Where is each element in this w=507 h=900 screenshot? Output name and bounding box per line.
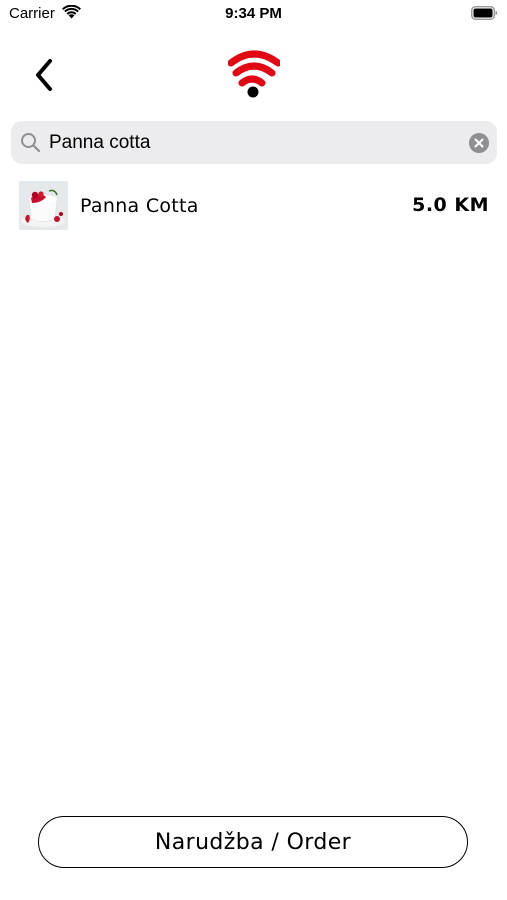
clear-icon: [474, 138, 484, 148]
magnifier-icon: [21, 133, 41, 153]
item-price: 5.0 KM: [412, 194, 489, 216]
clear-search-button[interactable]: [469, 133, 489, 153]
search-bar: [11, 121, 497, 164]
result-row[interactable]: Panna Cotta 5.0 KM: [0, 177, 507, 235]
back-button[interactable]: [24, 55, 64, 95]
search-input[interactable]: [49, 121, 459, 164]
wifi-logo-icon: [228, 50, 280, 98]
battery-icon: [471, 6, 498, 20]
clock: 9:34 PM: [225, 5, 282, 22]
chevron-left-icon: [36, 59, 52, 91]
panna-cotta-image: [19, 181, 68, 230]
order-button[interactable]: Narudžba / Order: [38, 816, 468, 868]
status-bar: Carrier 9:34 PM: [0, 0, 507, 28]
item-thumbnail: [19, 181, 68, 230]
item-name: Panna Cotta: [80, 195, 199, 217]
